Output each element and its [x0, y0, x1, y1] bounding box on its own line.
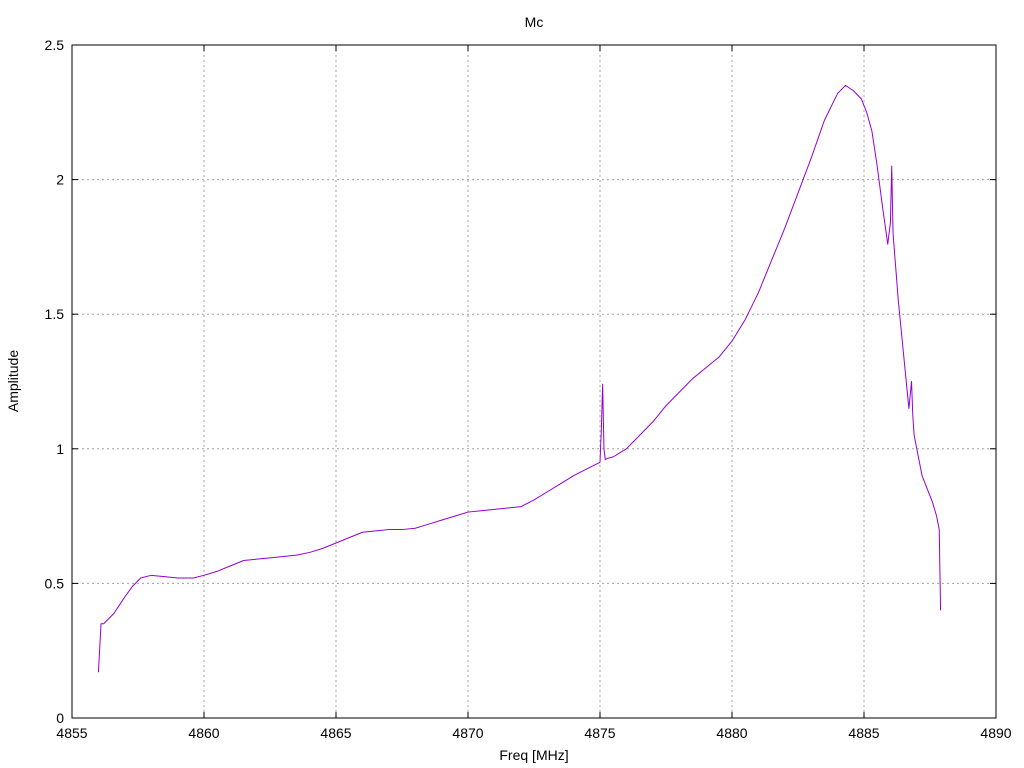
x-tick-label: 4870 [452, 725, 483, 741]
y-tick-label: 0.5 [45, 575, 65, 591]
y-axis-label: Amplitude [5, 350, 21, 412]
x-tick-label: 4875 [584, 725, 615, 741]
y-tick-label: 1 [56, 441, 64, 457]
x-tick-label: 4860 [188, 725, 219, 741]
y-tick-label: 2.5 [45, 37, 65, 53]
x-axis-label: Freq [MHz] [499, 747, 568, 763]
x-tick-label: 4855 [56, 725, 87, 741]
series-layer [97, 84, 942, 673]
x-tick-label: 4880 [716, 725, 747, 741]
chart-root: 4855 4860 4865 4870 4875 4880 4885 4890 0 0.5 1 1.5… [0, 0, 1024, 768]
plot-frame [71, 44, 997, 719]
y-tick-label: 1.5 [45, 306, 65, 322]
x-tick-label: 4885 [848, 725, 879, 741]
chart-title: Mc [525, 14, 544, 30]
y-tick-label: 0 [56, 710, 64, 726]
x-tick-label: 4865 [320, 725, 351, 741]
x-tick-label: 4890 [980, 725, 1011, 741]
y-tick-label: 2 [56, 172, 64, 188]
chart-svg: 4855 4860 4865 4870 4875 4880 4885 4890 0 0.5 1 1.5… [5, 14, 1012, 763]
tick-layer: 4855 4860 4865 4870 4875 4880 4885 4890 0 0.5 1 1.5… [45, 37, 1012, 741]
series-line [97, 84, 942, 673]
grid-layer [72, 45, 996, 718]
